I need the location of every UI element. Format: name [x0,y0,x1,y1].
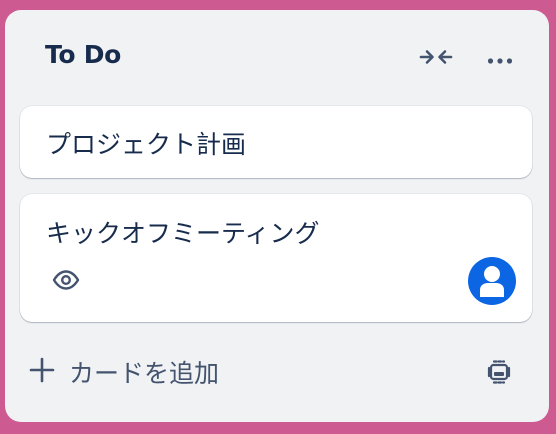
plus-icon [29,357,55,387]
list-title[interactable]: To Do [45,40,121,69]
add-card-label: カードを追加 [69,359,220,388]
todo-list: To Do プロジェクト計画 キックオフミーティング カードを追加 [5,10,549,422]
member-avatar[interactable] [468,257,516,305]
add-card-button[interactable]: カードを追加 [29,350,219,394]
card-item[interactable]: プロジェクト計画 [20,106,532,178]
card-item[interactable]: キックオフミーティング [20,194,532,322]
list-actions-button[interactable] [480,39,520,79]
card-template-icon [486,359,512,389]
card-title: プロジェクト計画 [46,130,247,159]
list-header: To Do [5,10,549,106]
watch-eye-icon [52,270,80,294]
create-from-template-button[interactable] [479,354,519,394]
collapse-arrows-icon [419,48,453,70]
more-horizontal-icon [487,50,513,69]
card-title: キックオフミーティング [46,219,320,248]
user-avatar-icon [468,266,516,305]
watch-badge [50,268,82,296]
collapse-list-button[interactable] [416,39,456,79]
